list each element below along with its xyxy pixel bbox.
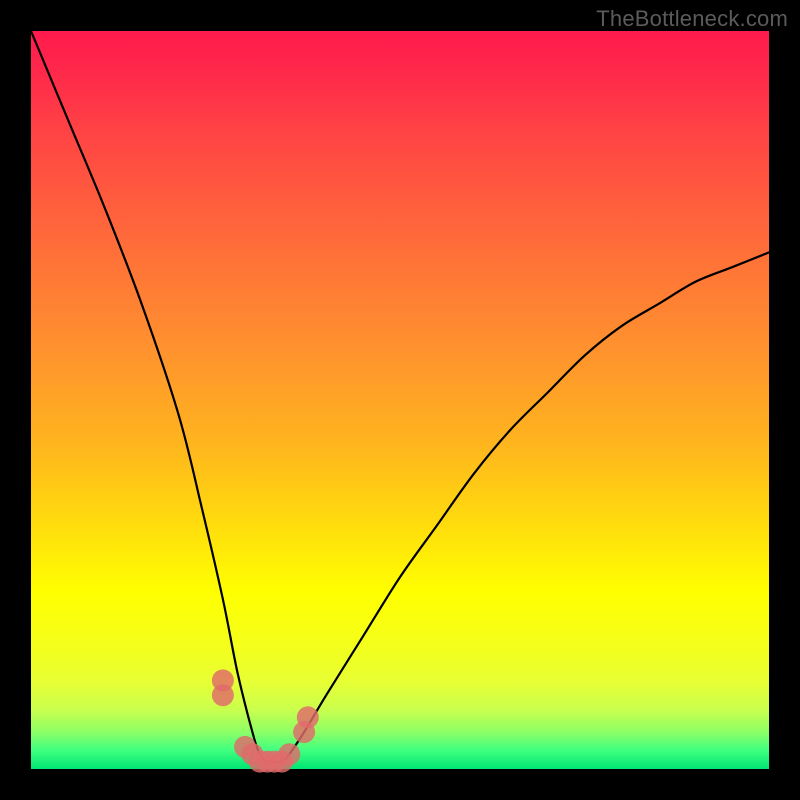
watermark-text: TheBottleneck.com <box>596 6 788 32</box>
plot-area <box>31 31 769 769</box>
curve-markers <box>212 669 319 772</box>
chart-frame: TheBottleneck.com <box>0 0 800 800</box>
marker-dot <box>212 669 234 691</box>
marker-dot <box>297 706 319 728</box>
curve-layer <box>31 31 769 769</box>
bottleneck-curve <box>31 31 769 762</box>
marker-dot <box>278 743 300 765</box>
